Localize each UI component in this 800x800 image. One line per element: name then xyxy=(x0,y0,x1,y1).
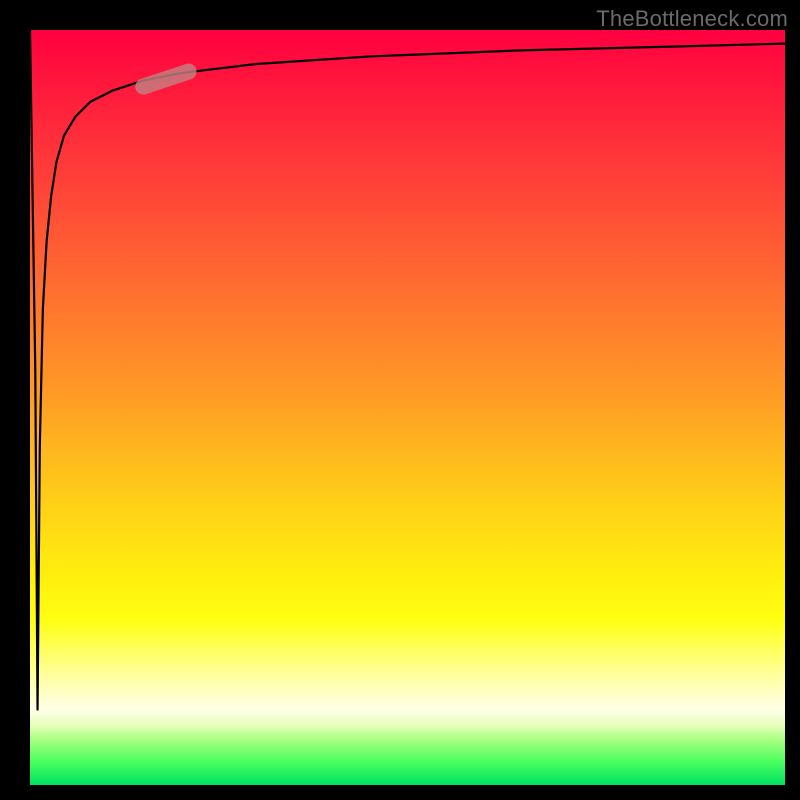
highlight-pill xyxy=(143,72,188,87)
chart-stage: TheBottleneck.com xyxy=(0,0,800,800)
bottleneck-curve xyxy=(30,30,785,710)
curve-layer xyxy=(30,30,785,785)
watermark-label: TheBottleneck.com xyxy=(596,6,788,32)
